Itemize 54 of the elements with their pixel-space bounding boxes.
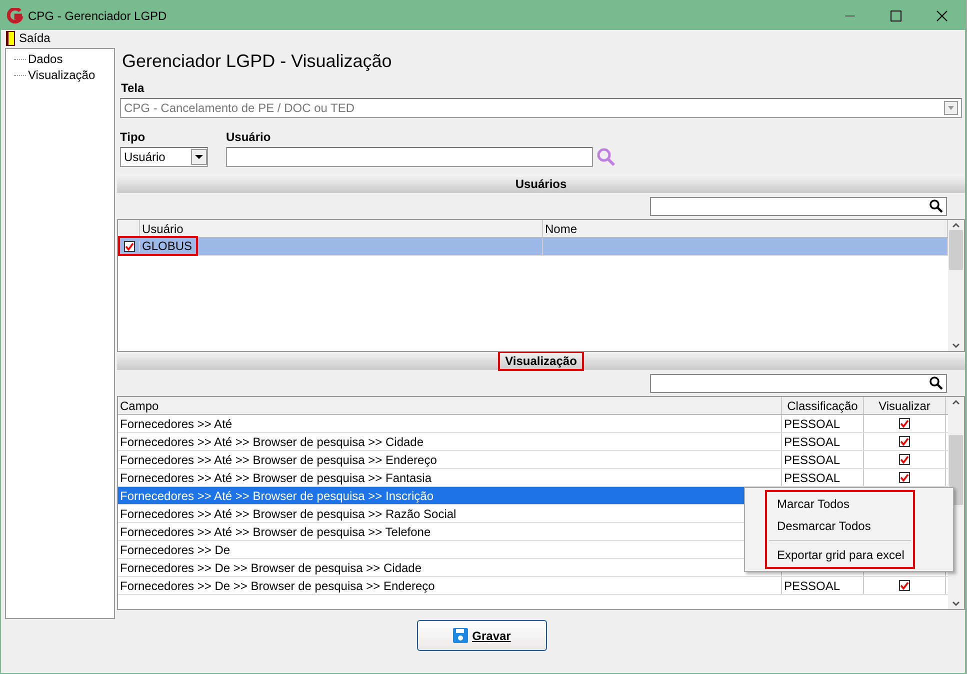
checkbox[interactable] (899, 472, 910, 483)
close-icon (936, 10, 948, 22)
tree-item[interactable]: Dados (28, 50, 63, 68)
maximize-icon (890, 10, 902, 22)
checkbox[interactable] (899, 436, 910, 447)
table-cell: PESSOAL (782, 415, 864, 432)
checkbox[interactable] (124, 240, 135, 252)
scroll-up-icon[interactable] (951, 397, 961, 407)
checkbox[interactable] (899, 418, 910, 429)
search-field[interactable] (650, 196, 947, 216)
scrollbar[interactable] (948, 220, 964, 351)
type-dropdown[interactable]: Usuário (120, 147, 208, 167)
table-cell: Fornecedores >> Até >> Browser de pesquisa >> Cidade (118, 433, 782, 450)
table-cell: PESSOAL (782, 451, 864, 468)
search-icon[interactable] (929, 199, 943, 213)
table-cell: Fornecedores >> Até >> Browser de pesquisa >> Endereço (118, 451, 782, 468)
table-cell: Fornecedores >> Até >> Browser de pesquisa >> Fantasia (118, 469, 782, 486)
field-label: Usuário (226, 130, 272, 144)
search-field[interactable] (650, 374, 947, 392)
menu-item[interactable]: Saída (19, 29, 50, 47)
table-cell: PESSOAL (782, 577, 864, 594)
app-logo-icon (7, 8, 23, 24)
table-row[interactable]: GLOBUS (118, 238, 948, 256)
table-cell: PESSOAL (782, 469, 864, 486)
user-field[interactable] (226, 147, 593, 167)
field-label: Tipo (120, 130, 146, 144)
tree-item[interactable]: Visualização (28, 66, 96, 84)
exit-door-icon (6, 30, 15, 46)
page-title: Gerenciador LGPD - Visualização (121, 50, 393, 73)
column-header[interactable]: Campo (118, 397, 782, 414)
scroll-down-icon[interactable] (951, 341, 961, 351)
table-cell: Fornecedores >> De >> Browser de pesquisa >> Endereço (118, 577, 782, 594)
save-button[interactable]: Gravar (417, 620, 547, 651)
column-header[interactable]: Visualizar (864, 397, 946, 414)
check-mark-icon (900, 581, 909, 590)
table-row[interactable]: Fornecedores >> Até >> Browser de pesquisa >> Cidade PESSOAL (118, 433, 948, 451)
table-cell: PESSOAL (782, 433, 864, 450)
table-row[interactable]: Fornecedores >> Até >> Browser de pesquisa >> Endereço PESSOAL (118, 451, 948, 469)
table-row[interactable]: Fornecedores >> De >> Browser de pesquisa >> Endereço PESSOAL (118, 577, 948, 595)
window-title: CPG - Gerenciador LGPD (28, 8, 168, 24)
checkbox[interactable] (899, 580, 910, 591)
field-label: Tela (120, 81, 146, 95)
checkbox[interactable] (899, 454, 910, 465)
table-cell-text: GLOBUS (141, 238, 194, 255)
column-header[interactable]: Usuário (140, 220, 543, 237)
scroll-up-icon[interactable] (951, 220, 961, 230)
table-row[interactable]: Fornecedores >> Até PESSOAL (118, 415, 948, 433)
check-mark-icon (125, 242, 134, 250)
scroll-down-icon[interactable] (951, 599, 961, 609)
column-header[interactable]: Classificação (782, 397, 864, 414)
section-title: Visualização (498, 351, 584, 371)
section-title: Usuários (514, 176, 568, 193)
table-cell: Fornecedores >> Até (118, 415, 782, 432)
search-icon[interactable] (929, 376, 943, 390)
